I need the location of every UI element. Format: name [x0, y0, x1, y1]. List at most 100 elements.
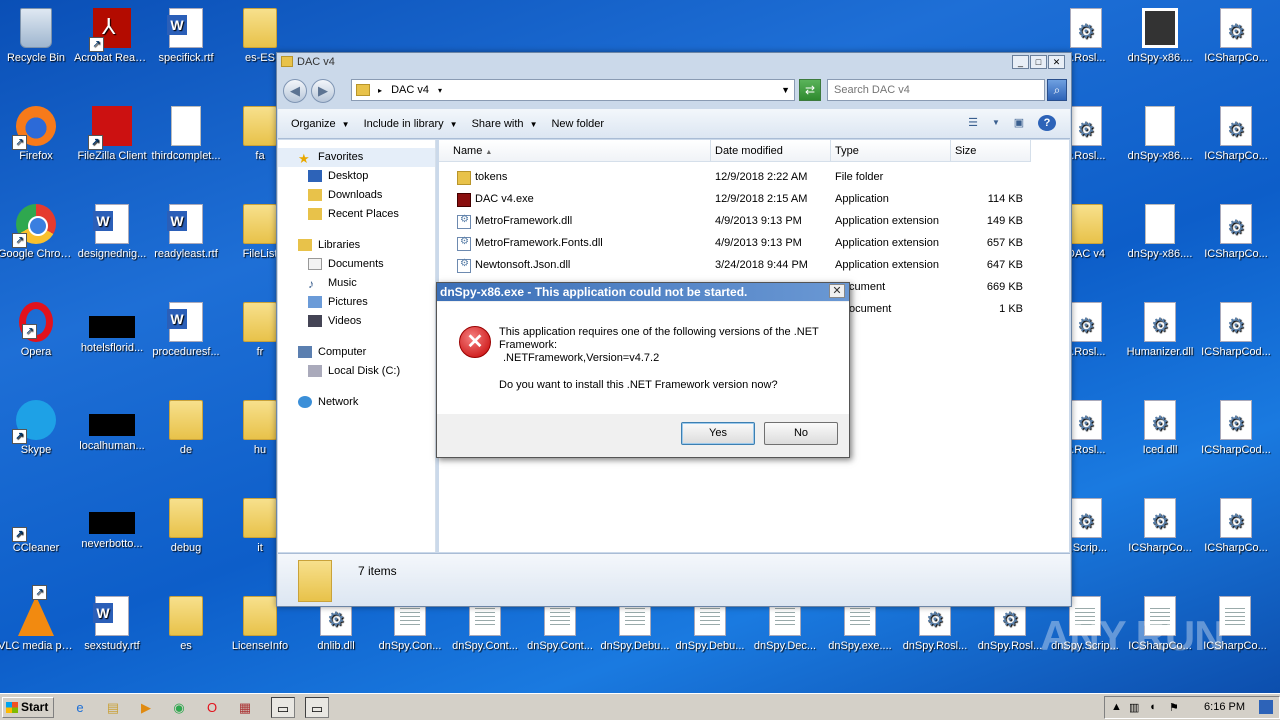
file-row[interactable]: DAC v4.exe 12/9/2018 2:15 AM Application 11… [439, 189, 1069, 211]
file-date: 3/24/2018 9:44 PM [715, 259, 808, 271]
dialog-close-button[interactable]: ✕ [829, 284, 845, 298]
nav-libraries[interactable]: Libraries [278, 236, 435, 255]
desktop-icon[interactable]: ICSharpCo... [1198, 204, 1274, 261]
desktop-icon[interactable]: dnSpy-x86.... [1122, 204, 1198, 261]
desktop-icon[interactable]: hotelsflorid... [74, 302, 150, 355]
desktop-icon[interactable]: debug [148, 498, 224, 555]
search-icon[interactable]: ⌕ [1047, 79, 1067, 101]
nav-videos[interactable]: Videos [278, 312, 435, 331]
column-type[interactable]: Type [831, 140, 951, 162]
file-row[interactable]: MetroFramework.dll 4/9/2013 9:13 PM Applic… [439, 211, 1069, 233]
file-row[interactable]: MetroFramework.Fonts.dll 4/9/2013 9:13 PM… [439, 233, 1069, 255]
view-options-icon[interactable]: ☰ [964, 115, 982, 131]
desktop-icon[interactable]: Humanizer.dll [1122, 302, 1198, 359]
nav-documents[interactable]: Documents [278, 255, 435, 274]
share-with-button[interactable]: Share with ▼ [465, 118, 545, 130]
organize-button[interactable]: Organize ▼ [284, 118, 357, 130]
desktop-icon[interactable]: es [148, 596, 224, 653]
view-dropdown-icon[interactable]: ▼ [992, 115, 1000, 131]
winrar-icon[interactable]: ▦ [233, 697, 257, 718]
folder-icon [281, 56, 293, 67]
desktop-icon[interactable]: FileZilla Client [74, 106, 150, 163]
desktop-icon[interactable]: designednig... [74, 204, 150, 261]
gear-icon [1070, 302, 1102, 342]
column-name[interactable]: Name ▲ [439, 140, 711, 162]
new-folder-button[interactable]: New folder [544, 118, 611, 130]
desktop-icon[interactable]: Iced.dll [1122, 400, 1198, 457]
nav-recent-places[interactable]: Recent Places [278, 205, 435, 224]
desktop-icon[interactable]: readyleast.rtf [148, 204, 224, 261]
explorer-window-task[interactable]: ▭ [271, 697, 295, 718]
desktop-icon[interactable]: ICSharpCod... [1198, 302, 1274, 359]
show-hidden-icons[interactable]: ▲ [1111, 701, 1122, 713]
desktop-icon[interactable]: CCleaner [0, 498, 74, 555]
show-desktop-icon[interactable] [1259, 700, 1273, 714]
ie-icon[interactable]: e [68, 697, 92, 718]
search-input[interactable] [827, 79, 1045, 101]
network-tray-icon[interactable]: ▥ [1129, 701, 1139, 714]
media-player-icon[interactable]: ▶ [134, 697, 158, 718]
file-row[interactable]: tokens 12/9/2018 2:22 AM File folder [439, 167, 1069, 189]
nav-music[interactable]: ♪ Music [278, 274, 435, 293]
include-in-library-button[interactable]: Include in library ▼ [357, 118, 465, 130]
desktop-icon[interactable]: specifick.rtf [148, 8, 224, 65]
flag-icon[interactable]: ⚑ [1169, 701, 1179, 714]
desktop-icon[interactable]: Firefox [0, 106, 74, 163]
close-button[interactable]: ✕ [1048, 55, 1065, 69]
nav-desktop[interactable]: Desktop [278, 167, 435, 186]
minimize-button[interactable]: _ [1012, 55, 1029, 69]
nav-pictures[interactable]: Pictures [278, 293, 435, 312]
desktop-icon[interactable]: thirdcomplet... [148, 106, 224, 163]
nav-favorites[interactable]: ★ Favorites [278, 148, 435, 167]
folder-icon [243, 400, 277, 440]
nav-network[interactable]: Network [278, 393, 435, 412]
desktop-icon[interactable]: ICSharpCo... [1198, 106, 1274, 163]
explorer-icon[interactable]: ▤ [101, 697, 125, 718]
desktop-icon[interactable]: ICSharpCod... [1198, 400, 1274, 457]
desktop-icon[interactable]: Google Chrome [0, 204, 74, 261]
chrome-icon[interactable]: ◉ [167, 697, 191, 718]
address-bar[interactable]: ▸ DAC v4 ▾ ▼ [351, 79, 795, 101]
chrome-icon [12, 204, 56, 248]
maximize-button[interactable]: □ [1030, 55, 1047, 69]
no-button[interactable]: No [764, 422, 838, 445]
column-date[interactable]: Date modified [711, 140, 831, 162]
desktop-icon[interactable]: ICSharpCo... [1198, 498, 1274, 555]
forward-button[interactable]: ▶ [311, 79, 335, 103]
error-dialog[interactable]: dnSpy-x86.exe - This application could n… [436, 282, 850, 458]
explorer-titlebar[interactable]: DAC v4 _ □ ✕ [277, 53, 1071, 71]
desktop-icon[interactable]: dnSpy-x86.... [1122, 106, 1198, 163]
desktop-icon[interactable]: dnSpy-x86.... [1122, 8, 1198, 65]
start-button[interactable]: Start [2, 697, 54, 718]
back-button[interactable]: ◀ [283, 79, 307, 103]
desktop-icon[interactable]: neverbotto... [74, 498, 150, 551]
desktop-icon[interactable]: VLC media player [0, 585, 74, 653]
nav-computer[interactable]: Computer [278, 343, 435, 362]
volume-icon[interactable]: ◖ [1149, 701, 1156, 713]
file-row[interactable]: Newtonsoft.Json.dll 3/24/2018 9:44 PM Appl… [439, 255, 1069, 277]
nav-local-disk[interactable]: Local Disk (C:) [278, 362, 435, 381]
yes-button[interactable]: Yes [681, 422, 755, 445]
refresh-button[interactable]: ⇄ [799, 79, 821, 101]
desktop-icon[interactable]: sexstudy.rtf [74, 596, 150, 653]
clock[interactable]: 6:16 PM [1204, 701, 1245, 713]
desktop-icon[interactable]: Recycle Bin [0, 8, 74, 65]
desktop-icon[interactable]: Opera [0, 302, 74, 359]
desktop-icon[interactable]: localhuman... [74, 400, 150, 453]
dialog-window-task[interactable]: ▭ [305, 697, 329, 718]
address-dropdown-icon[interactable]: ▼ [781, 80, 790, 100]
help-icon[interactable]: ? [1038, 115, 1056, 131]
desktop-icon[interactable]: ICSharpCo... [1198, 8, 1274, 65]
desktop-icon[interactable]: Skype [0, 400, 74, 457]
desktop-icon[interactable]: de [148, 400, 224, 457]
address-segment[interactable]: DAC v4 [391, 84, 429, 96]
desktop-icon[interactable]: proceduresf... [148, 302, 224, 359]
desktop-icon[interactable]: Acrobat Reader DC [74, 8, 150, 65]
file-name: tokens [475, 171, 508, 183]
chevron-down-icon[interactable]: ▾ [438, 86, 442, 95]
nav-downloads[interactable]: Downloads [278, 186, 435, 205]
preview-pane-icon[interactable]: ▣ [1010, 115, 1028, 131]
desktop-icon[interactable]: ICSharpCo... [1122, 498, 1198, 555]
column-size[interactable]: Size [951, 140, 1031, 162]
opera-icon[interactable]: O [200, 697, 224, 718]
